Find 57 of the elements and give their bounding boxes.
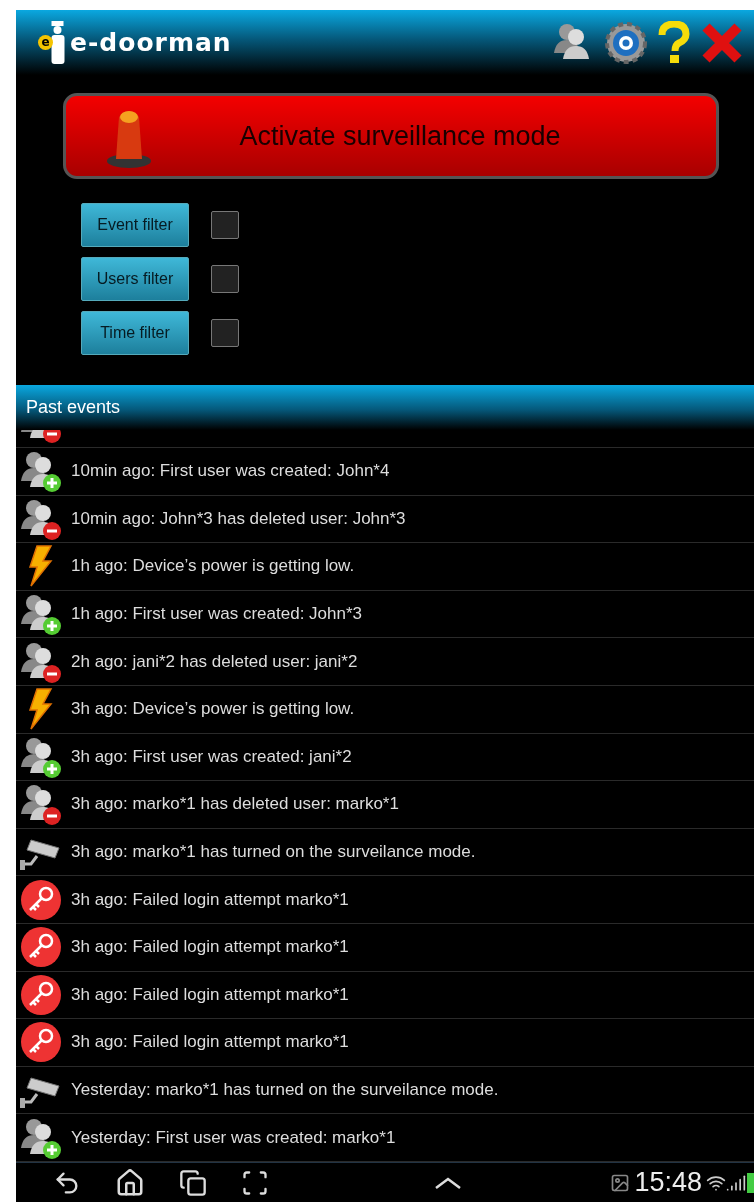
filter-checkbox[interactable] — [211, 319, 239, 347]
event-text: 3h ago: marko*1 has deleted user: marko*1 — [71, 794, 399, 815]
user-add-icon — [19, 592, 63, 637]
event-text: Yesterday: First user was created: marko*1 — [71, 1127, 396, 1148]
settings-icon — [604, 20, 648, 65]
clock-time: 15:48 — [634, 1167, 702, 1198]
event-text: 3h ago: Failed login attempt marko*1 — [71, 937, 349, 958]
event-text: 10min ago: John*3 has deleted user: John*3 — [71, 508, 406, 529]
event-row[interactable]: 3h ago: First user was created: jani*2 — [16, 733, 754, 782]
close-icon — [700, 20, 744, 65]
event-text: Yesterday: marko*1 has turned on the surveilance mode. — [71, 1080, 499, 1100]
battery-icon — [746, 1171, 754, 1194]
event-text: 3h ago: First user was created: jani*2 — [71, 746, 352, 767]
event-text: 3h ago: marko*1 has turned on the surveilance mode. — [71, 842, 476, 863]
user-remove-icon — [19, 782, 63, 827]
event-row[interactable]: 3h ago: Failed login attempt marko*1 — [16, 1019, 754, 1067]
key-icon — [19, 925, 63, 970]
event-row[interactable]: 1h ago: First user was created: John*3 — [16, 590, 754, 639]
image-notification-icon — [610, 1172, 631, 1193]
event-text: 1h ago: First user was created: John*3 — [71, 604, 363, 625]
event-text: 10min ago: First user was created: John*4 — [71, 461, 390, 482]
recent-apps-icon — [179, 1168, 207, 1197]
filter-button[interactable]: Time filter — [81, 311, 189, 355]
user-add-icon — [19, 449, 63, 494]
home-icon — [115, 1167, 145, 1198]
key-icon — [19, 877, 63, 922]
event-text: 3h ago: Failed login attempt marko*1 — [71, 1032, 349, 1053]
key-icon — [19, 1020, 63, 1065]
caret-icon — [434, 1176, 463, 1189]
filter-button[interactable]: Event filter — [81, 203, 189, 247]
section-title: Past events — [26, 397, 121, 418]
event-text: 1h ago: Device’s power is getting low. — [71, 556, 355, 577]
event-row[interactable]: Yesterday: First user was created: marko*1 — [16, 1114, 754, 1162]
event-row[interactable]: 3h ago: marko*1 has deleted user: marko*1 — [16, 781, 754, 829]
doorman-figure-icon — [50, 20, 66, 65]
logo-letter: e — [38, 34, 53, 50]
filter-checkbox[interactable] — [211, 211, 239, 239]
filter-checkbox[interactable] — [211, 265, 239, 293]
help-icon — [656, 20, 692, 65]
event-text: 3h ago: Device’s power is getting low. — [71, 699, 355, 720]
event-row[interactable]: 3h ago: Failed login attempt marko*1 — [16, 923, 754, 972]
event-text: 2h ago: jani*2 has deleted user: jani*2 — [71, 651, 358, 672]
event-row[interactable]: 10min ago: John*3 has deleted user: John*3 — [16, 495, 754, 544]
event-row[interactable]: 2h ago: jani*2 has deleted user: jani*2 — [16, 638, 754, 686]
filter-button[interactable]: Users filter — [81, 257, 189, 301]
event-row[interactable]: 3h ago: Failed login attempt marko*1 — [16, 971, 754, 1020]
event-row[interactable]: 10min ago: First user was created: John*4 — [16, 448, 754, 496]
event-text: 3h ago: Failed login attempt marko*1 — [71, 889, 349, 910]
screenshot-icon — [241, 1168, 269, 1197]
app-title: e-doorman — [70, 28, 232, 57]
event-row[interactable]: 3h ago: marko*1 has turned on the surveilance mode. — [16, 828, 754, 877]
event-row[interactable]: 3h ago: Device’s power is getting low. — [16, 685, 754, 734]
key-icon — [19, 972, 63, 1017]
event-row[interactable]: 1h ago: Device’s power is getting low. — [16, 543, 754, 591]
event-row[interactable]: 3h ago: Failed login attempt marko*1 — [16, 876, 754, 924]
event-row[interactable]: Yesterday: marko*1 has turned on the surveilance mode. — [16, 1066, 754, 1115]
event-text: 3h ago: Failed login attempt marko*1 — [71, 984, 349, 1005]
